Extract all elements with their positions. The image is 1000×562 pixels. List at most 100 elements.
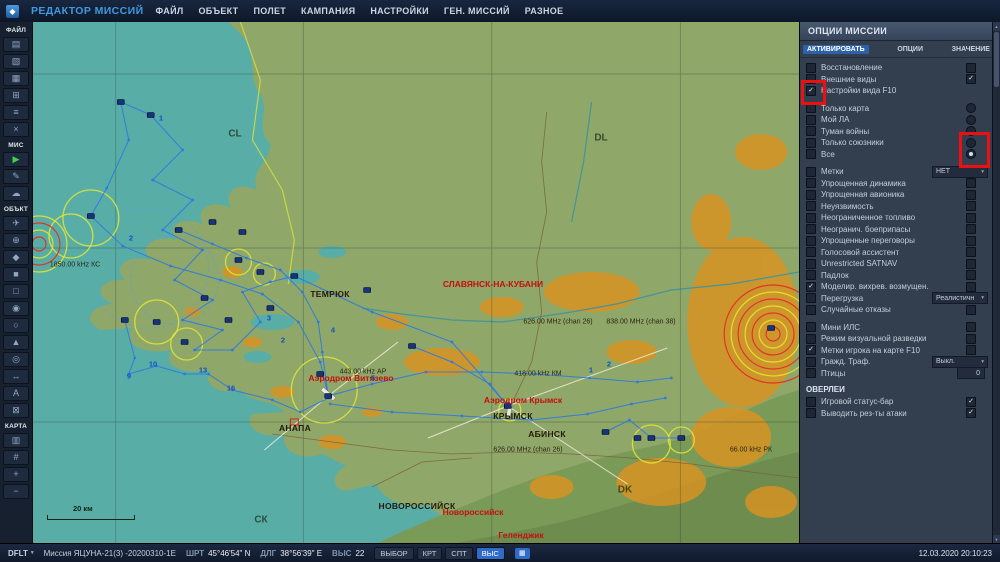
waypoint-dot[interactable]	[121, 244, 125, 248]
waypoint-dot[interactable]	[424, 370, 428, 374]
airfield-icon[interactable]: ◉	[3, 301, 29, 316]
activate-checkbox[interactable]	[806, 396, 816, 407]
waypoint-dot[interactable]	[370, 382, 374, 386]
waypoint-dot[interactable]	[211, 298, 214, 302]
waypoint-dot[interactable]	[151, 178, 155, 182]
statusbar-button-0[interactable]: ВЫБОР	[374, 546, 414, 560]
activate-checkbox[interactable]: ✓	[806, 345, 816, 356]
open-mission-icon[interactable]: ▧	[3, 54, 29, 69]
zoom-in-icon[interactable]: +	[3, 467, 29, 482]
waypoint-dot[interactable]	[231, 388, 234, 392]
activate-checkbox[interactable]	[806, 201, 816, 212]
unit-icon[interactable]	[120, 317, 129, 323]
activate-checkbox[interactable]	[806, 293, 816, 304]
map-layers-icon[interactable]: ▥	[3, 433, 29, 448]
activate-checkbox[interactable]	[806, 235, 816, 246]
menu-item-2[interactable]: ПОЛЕТ	[253, 6, 286, 16]
close-mission-icon[interactable]: ×	[3, 122, 29, 137]
fly-mission-icon[interactable]: ▶	[3, 152, 29, 167]
value-dropdown[interactable]: Выкл. ▾	[932, 355, 988, 368]
value-checkbox[interactable]: ✓	[966, 396, 976, 407]
waypoint-dot[interactable]	[300, 290, 304, 294]
value-checkbox[interactable]	[966, 258, 976, 269]
map-mode-icon[interactable]: ▦	[514, 547, 530, 559]
waypoint-dot[interactable]	[127, 138, 131, 142]
unit-icon[interactable]	[266, 305, 275, 311]
waypoint-dot[interactable]	[530, 418, 534, 422]
activate-checkbox[interactable]	[806, 178, 816, 189]
save-mission-icon[interactable]: ▦	[3, 71, 29, 86]
waypoint-dot[interactable]	[245, 256, 248, 260]
waypoint-dot[interactable]	[241, 290, 244, 294]
activate-checkbox[interactable]	[806, 333, 816, 344]
waypoint-dot[interactable]	[270, 398, 274, 402]
waypoint-dot[interactable]	[669, 376, 673, 380]
briefing-icon[interactable]: ✎	[3, 169, 29, 184]
activate-checkbox[interactable]	[806, 189, 816, 200]
waypoint-dot[interactable]	[328, 402, 332, 406]
unit-icon[interactable]	[87, 213, 95, 219]
save-as-icon[interactable]: ⊞	[3, 88, 29, 103]
waypoint-dot[interactable]	[460, 414, 464, 418]
waypoint-dot[interactable]	[207, 372, 210, 376]
panel-scrollbar[interactable]: ▲ ▼	[992, 22, 1000, 544]
value-checkbox[interactable]: ✓	[966, 74, 976, 85]
activate-checkbox[interactable]	[806, 356, 816, 367]
menu-item-3[interactable]: КАМПАНИЯ	[301, 6, 355, 16]
activate-checkbox[interactable]	[806, 62, 816, 73]
template-icon[interactable]: ▲	[3, 335, 29, 350]
value-checkbox[interactable]	[966, 281, 976, 292]
activate-checkbox[interactable]	[806, 322, 816, 333]
activate-checkbox[interactable]	[806, 270, 816, 281]
value-radio[interactable]	[966, 114, 976, 125]
ship-group-icon[interactable]: ◆	[3, 250, 29, 265]
waypoint-dot[interactable]	[370, 310, 374, 314]
waypoint-dot[interactable]	[183, 372, 187, 376]
value-checkbox[interactable]	[966, 201, 976, 212]
waypoint-dot[interactable]	[181, 148, 185, 152]
waypoint-dot[interactable]	[390, 410, 394, 414]
unit-icon[interactable]	[290, 273, 299, 279]
statusbar-button-2[interactable]: СПТ	[445, 546, 473, 560]
route-tool-icon[interactable]: ↔	[3, 369, 29, 384]
activate-checkbox[interactable]	[806, 408, 816, 419]
waypoint-dot[interactable]	[630, 402, 633, 406]
menu-item-5[interactable]: ГЕН. МИССИЙ	[444, 6, 510, 16]
vehicle-group-icon[interactable]: ■	[3, 267, 29, 282]
value-checkbox[interactable]	[966, 304, 976, 315]
menu-item-4[interactable]: НАСТРОЙКИ	[370, 6, 429, 16]
labels-toggle-icon[interactable]: A	[3, 386, 29, 401]
unit-icon[interactable]	[503, 403, 512, 409]
unit-icon[interactable]	[316, 371, 325, 377]
waypoint-dot[interactable]	[231, 348, 234, 352]
activate-checkbox[interactable]	[806, 103, 816, 114]
value-radio[interactable]	[966, 103, 976, 114]
value-checkbox[interactable]	[966, 189, 976, 200]
menu-item-0[interactable]: ФАЙЛ	[156, 6, 184, 16]
value-checkbox[interactable]	[966, 178, 976, 189]
waypoint-dot[interactable]	[298, 410, 302, 414]
activate-checkbox[interactable]	[806, 224, 816, 235]
mission-options-icon[interactable]: ≡	[3, 105, 29, 120]
waypoint-dot[interactable]	[221, 328, 224, 332]
value-checkbox[interactable]	[966, 333, 976, 344]
waypoint-dot[interactable]	[320, 350, 324, 354]
column-activate[interactable]: АКТИВИРОВАТЬ	[803, 44, 869, 54]
value-checkbox[interactable]	[966, 247, 976, 258]
waypoint-dot[interactable]	[127, 372, 131, 376]
unit-icon[interactable]	[208, 219, 217, 225]
waypoint-dot[interactable]	[268, 280, 272, 284]
zoom-out-icon[interactable]: −	[3, 484, 29, 499]
waypoint-dot[interactable]	[105, 186, 109, 190]
waypoint-dot[interactable]	[155, 364, 159, 368]
value-checkbox[interactable]	[966, 224, 976, 235]
waypoint-dot[interactable]	[318, 360, 322, 364]
value-checkbox[interactable]	[966, 345, 976, 356]
waypoint-dot[interactable]	[278, 268, 282, 272]
activate-checkbox[interactable]	[806, 212, 816, 223]
statusbar-button-1[interactable]: КРТ	[416, 546, 443, 560]
waypoint-dot[interactable]	[588, 376, 591, 380]
unit-icon[interactable]	[174, 227, 183, 233]
activate-checkbox[interactable]	[806, 137, 816, 148]
unit-icon[interactable]	[200, 295, 209, 301]
